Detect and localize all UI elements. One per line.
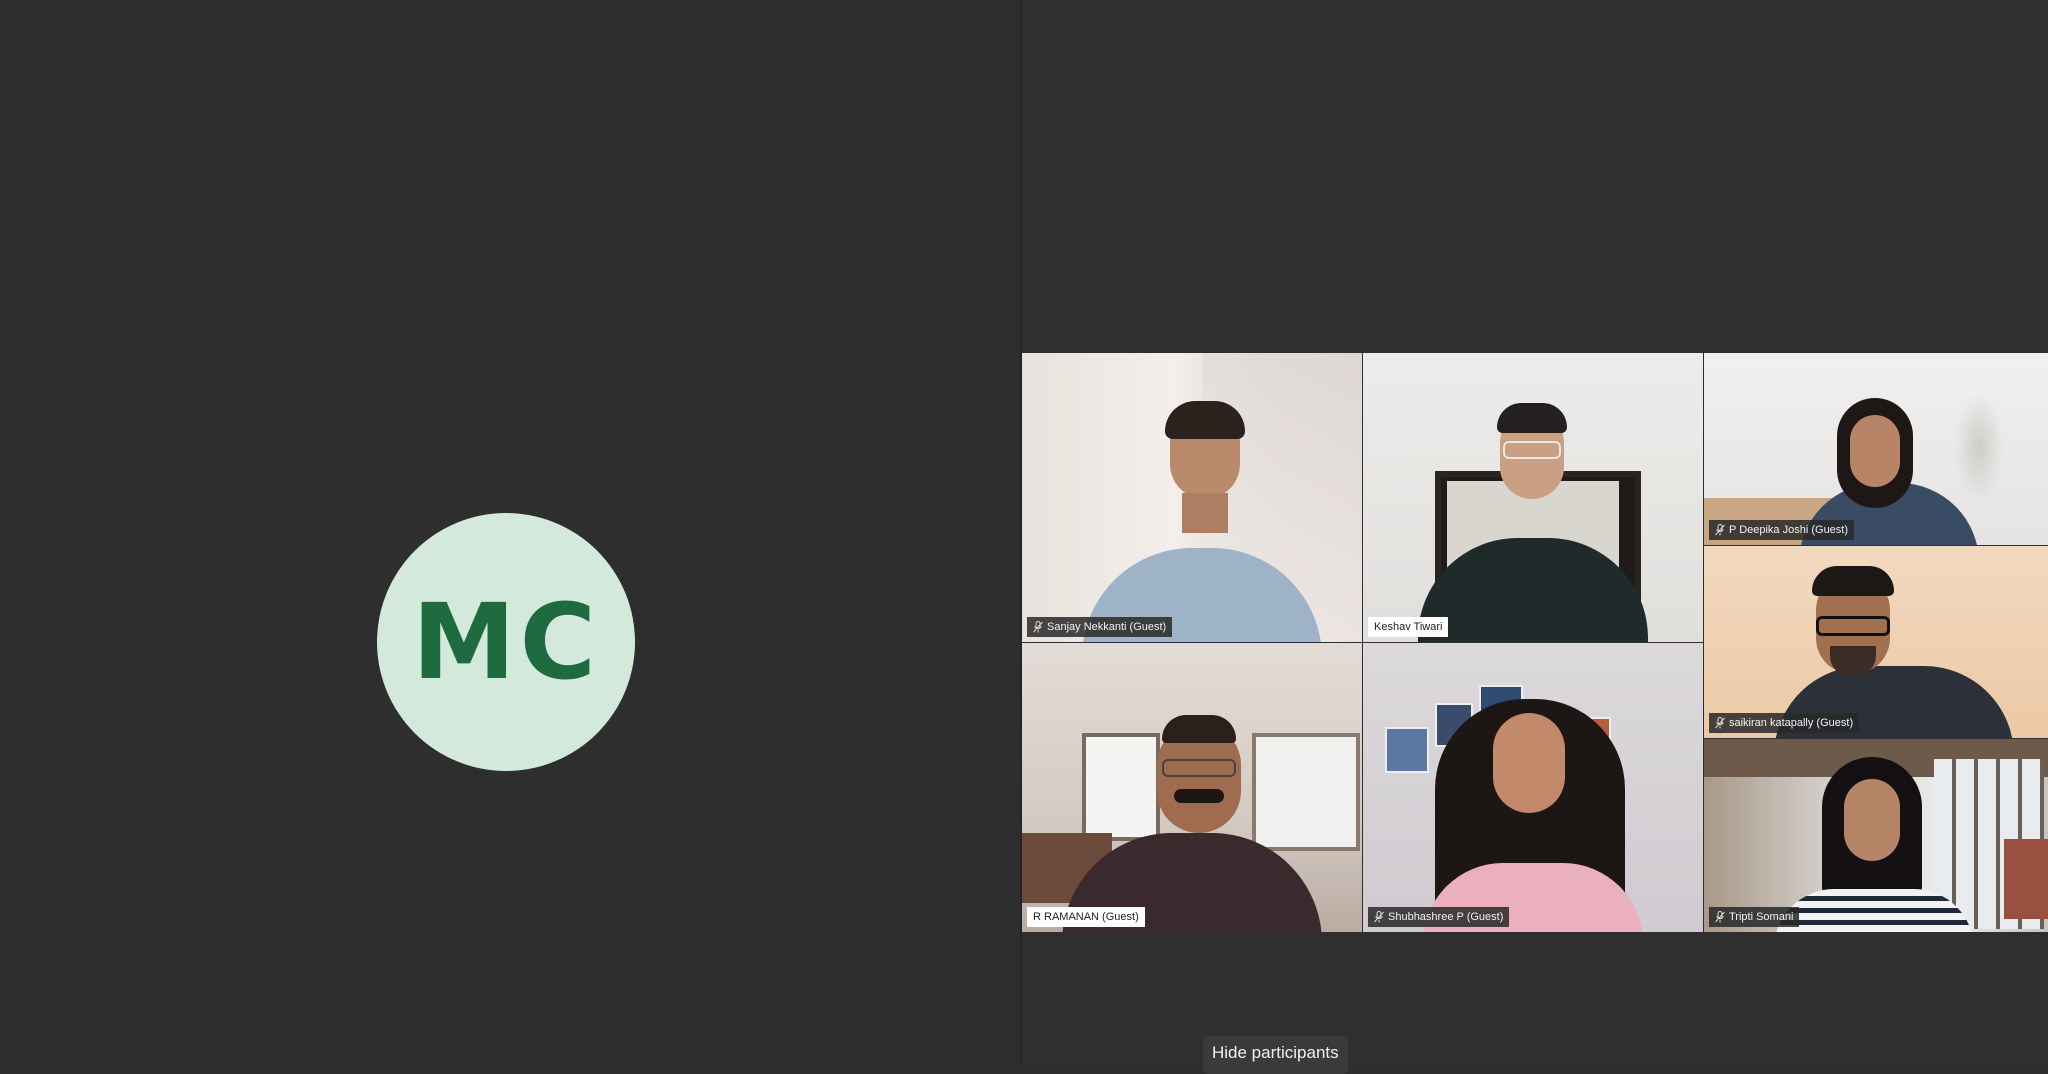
avatar-initials: MC (412, 581, 600, 703)
mic-off-icon (1715, 524, 1725, 536)
mic-off-icon (1374, 911, 1384, 923)
participant-nameplate: Keshav Tiwari (1368, 617, 1449, 637)
video-tile-sanjay[interactable]: Sanjay Nekkanti (Guest) (1022, 353, 1362, 642)
video-tile-ramanan[interactable]: R RAMANAN (Guest) (1022, 643, 1362, 932)
participant-nameplate: Shubhashree P (Guest) (1368, 907, 1510, 927)
mic-off-icon (1033, 621, 1043, 633)
video-tile-saikiran[interactable]: saikiran katapally (Guest) (1704, 546, 2048, 738)
participant-nameplate: P Deepika Joshi (Guest) (1709, 520, 1855, 540)
mic-off-icon (1715, 911, 1725, 923)
video-tile-tripti[interactable]: Tripti Somani (1704, 739, 2048, 932)
main-stage: MC (0, 0, 1020, 1066)
participant-nameplate: R RAMANAN (Guest) (1027, 907, 1145, 927)
mic-off-icon (1715, 717, 1725, 729)
video-tile-shubhashree[interactable]: Shubhashree P (Guest) (1363, 643, 1703, 932)
video-tile-deepika[interactable]: P Deepika Joshi (Guest) (1704, 353, 2048, 545)
participants-panel: Sanjay Nekkanti (Guest) Keshav Tiwari P … (1022, 0, 2048, 1066)
hide-participants-button[interactable]: Hide participants (1203, 1036, 1348, 1074)
participant-nameplate: saikiran katapally (Guest) (1709, 713, 1860, 733)
participant-nameplate: Sanjay Nekkanti (Guest) (1027, 617, 1173, 637)
presenter-avatar: MC (377, 513, 635, 771)
participant-nameplate: Tripti Somani (1709, 907, 1800, 927)
video-tile-keshav[interactable]: Keshav Tiwari (1363, 353, 1703, 642)
